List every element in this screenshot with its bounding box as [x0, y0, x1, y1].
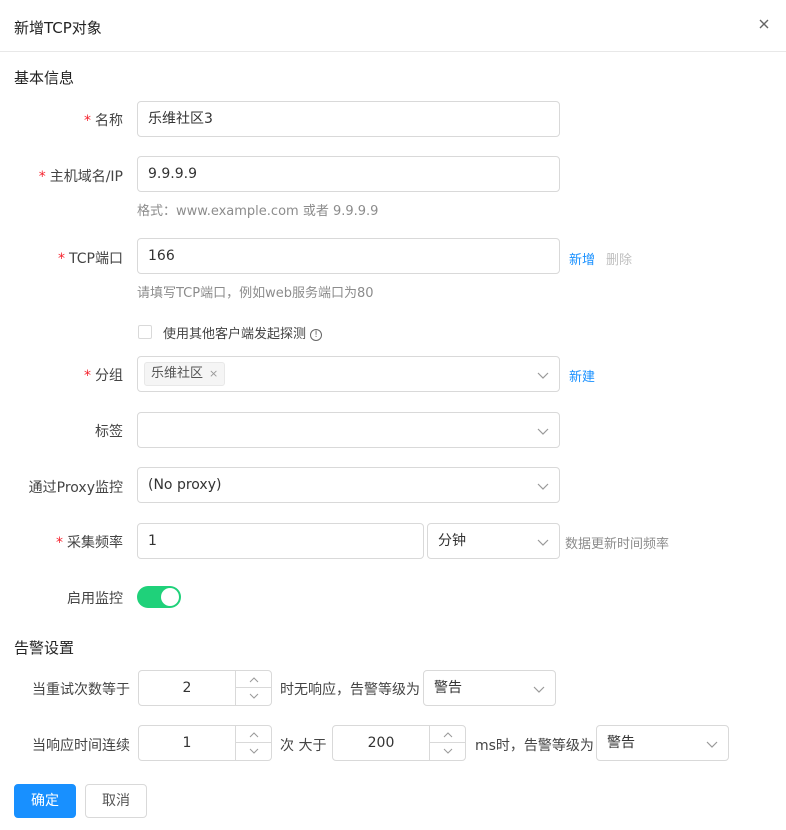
port-input[interactable]: 166	[137, 238, 560, 274]
section-alerts-title: 告警设置	[14, 639, 75, 657]
cancel-button[interactable]: 取消	[85, 784, 147, 818]
host-input[interactable]: 9.9.9.9	[137, 156, 560, 192]
new-group-button[interactable]: 新建	[569, 366, 595, 385]
name-label: * 名称	[84, 113, 123, 129]
chevron-up-icon[interactable]	[430, 726, 465, 743]
tags-select[interactable]	[137, 412, 560, 448]
group-label: * 分组	[84, 368, 123, 384]
host-help: 格式：www.example.com 或者 9.9.9.9	[137, 204, 379, 219]
chevron-down-icon[interactable]	[430, 743, 465, 760]
required-mark: *	[58, 251, 66, 267]
group-tag: 乐维社区 ×	[144, 362, 226, 386]
chevron-down-icon[interactable]	[236, 743, 271, 760]
required-mark: *	[84, 113, 91, 129]
other-client-label: 使用其他客户端发起探测!	[163, 323, 323, 342]
tag-close-icon[interactable]: ×	[209, 367, 218, 380]
group-select[interactable]: 乐维社区 ×	[137, 356, 560, 392]
chevron-down-icon[interactable]	[236, 688, 271, 705]
name-input[interactable]: 乐维社区3	[137, 101, 560, 137]
other-client-checkbox[interactable]	[138, 325, 152, 339]
info-icon[interactable]: !	[310, 328, 323, 341]
frequency-help: 数据更新时间频率	[565, 537, 670, 552]
retry-level-select[interactable]: 警告	[423, 670, 556, 706]
section-basic-title: 基本信息	[14, 69, 75, 87]
response-count-value[interactable]: 1	[139, 726, 235, 760]
chevron-up-icon[interactable]	[236, 726, 271, 743]
response-label: 当响应时间连续	[32, 738, 130, 754]
response-ms-value[interactable]: 200	[333, 726, 429, 760]
frequency-label: * 采集频率	[56, 535, 123, 551]
chevron-down-icon	[537, 425, 549, 437]
chevron-down-icon	[533, 683, 545, 695]
response-count-stepper[interactable]: 1	[138, 725, 272, 761]
response-level-select[interactable]: 警告	[596, 725, 729, 761]
port-help: 请填写TCP端口，例如web服务端口为80	[137, 286, 374, 301]
host-label: * 主机域名/IP	[38, 169, 123, 185]
retry-stepper[interactable]: 2	[138, 670, 272, 706]
response-count-text: 次 大于	[280, 738, 327, 754]
required-mark: *	[84, 368, 91, 384]
switch-knob	[161, 588, 179, 606]
frequency-input[interactable]: 1	[137, 523, 424, 559]
port-label: * TCP端口	[58, 251, 123, 267]
proxy-label: 通过Proxy监控	[28, 480, 123, 496]
chevron-down-icon	[706, 738, 718, 750]
delete-port-button[interactable]: 删除	[606, 249, 632, 268]
required-mark: *	[56, 535, 63, 551]
chevron-down-icon	[537, 369, 549, 381]
close-icon[interactable]	[754, 14, 774, 34]
enable-label: 启用监控	[67, 591, 123, 607]
confirm-button[interactable]: 确定	[14, 784, 76, 818]
proxy-select[interactable]: (No proxy)	[137, 467, 560, 503]
retry-value[interactable]: 2	[139, 671, 235, 705]
retry-middle-text: 时无响应，告警等级为	[280, 682, 420, 698]
retry-label: 当重试次数等于	[32, 682, 130, 698]
dialog-header: 新增TCP对象	[0, 0, 786, 52]
chevron-up-icon[interactable]	[236, 671, 271, 688]
enable-monitor-switch[interactable]	[137, 586, 181, 608]
chevron-down-icon	[537, 480, 549, 492]
frequency-unit-select[interactable]: 分钟	[427, 523, 560, 559]
response-ms-text: ms时，告警等级为	[475, 738, 594, 754]
tags-label: 标签	[95, 424, 123, 440]
required-mark: *	[38, 169, 46, 185]
response-ms-stepper[interactable]: 200	[332, 725, 466, 761]
chevron-down-icon	[537, 536, 549, 548]
add-port-button[interactable]: 新增	[569, 249, 595, 268]
dialog-title: 新增TCP对象	[14, 19, 102, 37]
